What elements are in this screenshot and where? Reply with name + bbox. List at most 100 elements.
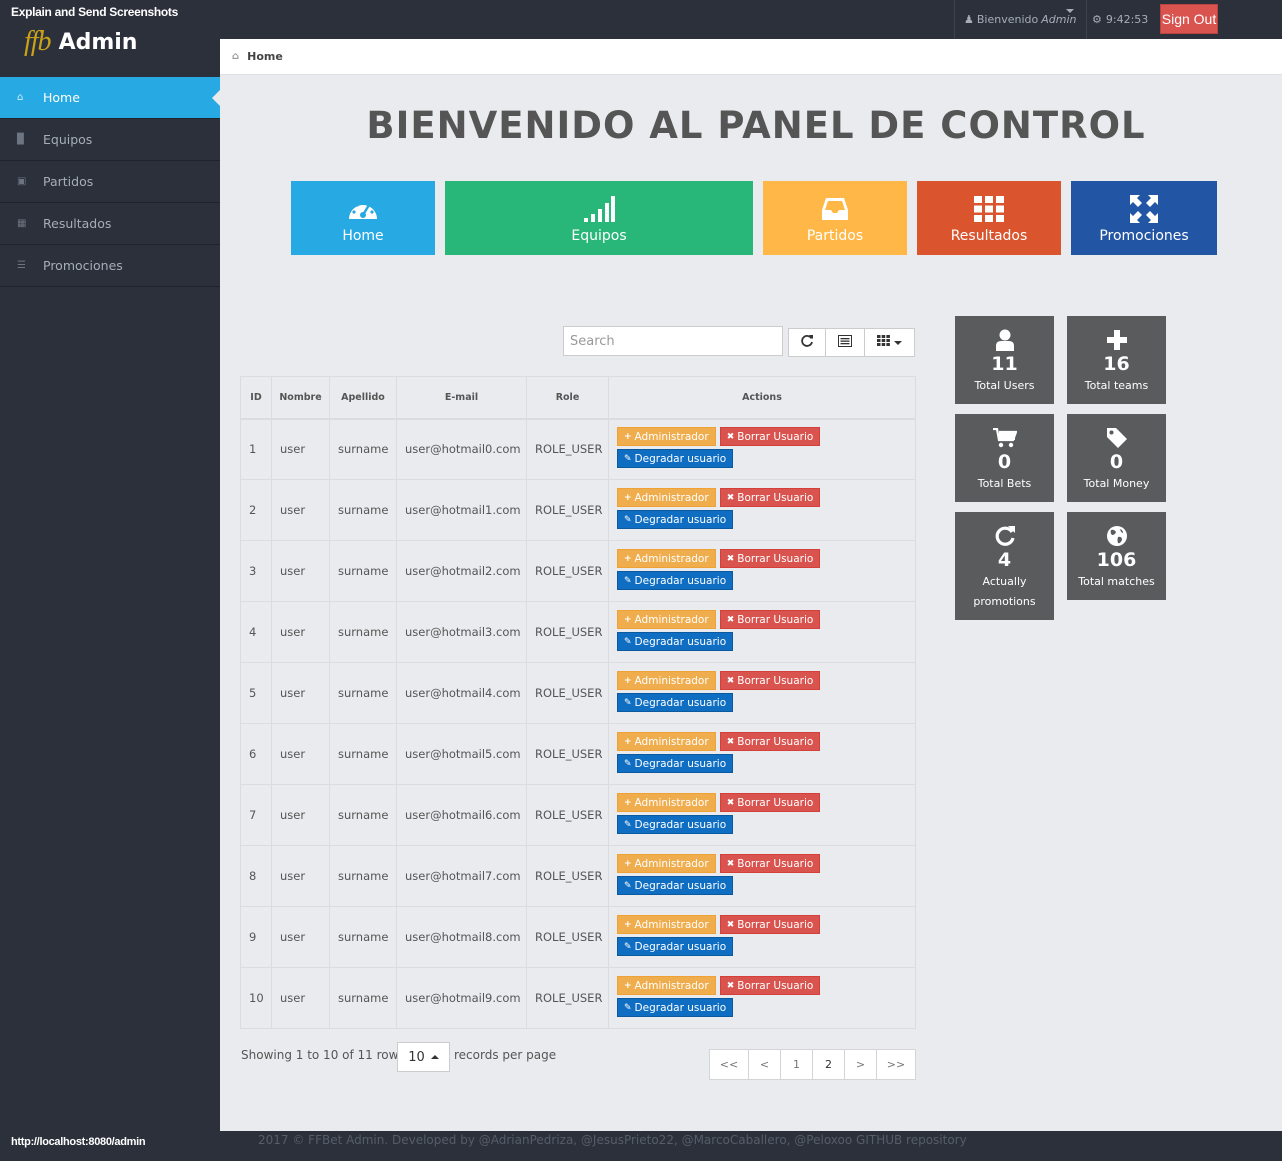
tile-partidos[interactable]: Partidos [763, 181, 907, 255]
tile-resultados[interactable]: Resultados [917, 181, 1061, 255]
demote-user-button[interactable]: ✎ Degradar usuario [617, 815, 734, 834]
delete-user-button[interactable]: ✖ Borrar Usuario [719, 549, 821, 568]
stat-total-users: 11 Total Users [955, 316, 1054, 404]
column-header[interactable]: ID [240, 376, 272, 420]
page-last[interactable]: >> [877, 1050, 915, 1079]
make-admin-button[interactable]: + Administrador [617, 854, 716, 873]
delete-user-button[interactable]: ✖ Borrar Usuario [719, 427, 821, 447]
table-header-row: ID Nombre Apellido E-mail Role Actions [240, 376, 916, 420]
demote-user-button[interactable]: ✎ Degradar usuario [617, 510, 734, 529]
demote-user-button[interactable]: ✎ Degradar usuario [617, 754, 734, 773]
delete-user-button[interactable]: ✖ Borrar Usuario [719, 793, 821, 812]
tile-equipos[interactable]: Equipos [445, 181, 753, 255]
make-admin-button[interactable]: + Administrador [617, 915, 716, 934]
page-first[interactable]: << [710, 1050, 749, 1079]
demote-user-button[interactable]: ✎ Degradar usuario [617, 449, 734, 469]
th-icon [974, 192, 1004, 226]
close-icon: ✖ [726, 675, 735, 686]
cell-nombre: user [271, 845, 330, 907]
tile-promociones[interactable]: Promociones [1071, 181, 1217, 255]
sidebar: Explain and Send Screenshots ffb Admin ⌂… [0, 0, 220, 1161]
cell-apellido: surname [329, 540, 397, 602]
column-header[interactable]: Apellido [329, 376, 397, 420]
capture-title: Explain and Send Screenshots [11, 5, 178, 19]
signal-icon [583, 192, 615, 226]
delete-user-button[interactable]: ✖ Borrar Usuario [719, 488, 821, 507]
plus-icon: + [624, 919, 632, 930]
button-label: Administrador [634, 796, 709, 809]
search-input[interactable] [563, 326, 783, 356]
column-header[interactable]: E-mail [396, 376, 527, 420]
page-prev[interactable]: < [749, 1050, 781, 1079]
columns-dropdown-button[interactable] [864, 328, 915, 357]
sidebar-item-resultados[interactable]: ▦ Resultados [0, 203, 220, 245]
sign-out-button[interactable]: Sign Out [1160, 4, 1218, 34]
cell-actions: + Administrador ✖ Borrar Usuario ✎ Degradar u… [608, 967, 916, 1029]
welcome-text: Bienvenido [976, 13, 1039, 26]
demote-user-button[interactable]: ✎ Degradar usuario [617, 632, 734, 651]
stat-label: Total Money [1083, 477, 1150, 490]
page-1[interactable]: 1 [781, 1050, 813, 1079]
column-header[interactable]: Role [526, 376, 609, 420]
cell-email: user@hotmail2.com [396, 540, 527, 602]
demote-user-button[interactable]: ✎ Degradar usuario [617, 937, 734, 956]
make-admin-button[interactable]: + Administrador [617, 976, 716, 995]
toggle-view-button[interactable] [825, 328, 865, 357]
button-label: Borrar Usuario [737, 613, 814, 626]
breadcrumb-home[interactable]: Home [247, 50, 283, 63]
user-icon: ♟ [964, 13, 974, 26]
brand-logo[interactable]: ffb Admin [24, 26, 137, 58]
cell-role: ROLE_USER [526, 967, 609, 1029]
sidebar-item-promociones[interactable]: ☰ Promociones [0, 245, 220, 287]
make-admin-button[interactable]: + Administrador [617, 793, 716, 812]
cell-id: 1 [240, 418, 272, 480]
delete-user-button[interactable]: ✖ Borrar Usuario [719, 610, 821, 629]
cell-apellido: surname [329, 784, 397, 846]
stat-label: Total Users [974, 379, 1035, 392]
button-label: Degradar usuario [634, 757, 727, 770]
column-header[interactable]: Nombre [271, 376, 330, 420]
delete-user-button[interactable]: ✖ Borrar Usuario [719, 915, 821, 934]
refresh-button[interactable] [788, 328, 826, 357]
sidebar-item-partidos[interactable]: ▣ Partidos [0, 161, 220, 203]
tile-home[interactable]: Home [291, 181, 435, 255]
demote-user-button[interactable]: ✎ Degradar usuario [617, 693, 734, 712]
close-icon: ✖ [726, 553, 735, 564]
cell-email: user@hotmail7.com [396, 845, 527, 907]
make-admin-button[interactable]: + Administrador [617, 610, 716, 629]
edit-icon: ✎ [624, 697, 632, 708]
make-admin-button[interactable]: + Administrador [617, 671, 716, 690]
clock: ⚙ 9:42:53 [1092, 0, 1148, 39]
edit-icon: ✎ [624, 514, 632, 525]
delete-user-button[interactable]: ✖ Borrar Usuario [719, 671, 821, 690]
demote-user-button[interactable]: ✎ Degradar usuario [617, 571, 734, 590]
demote-user-button[interactable]: ✎ Degradar usuario [617, 998, 734, 1017]
home-icon: ⌂ [232, 51, 240, 62]
button-label: Degradar usuario [634, 879, 727, 892]
close-icon: ✖ [726, 492, 735, 503]
make-admin-button[interactable]: + Administrador [617, 732, 716, 751]
button-label: Administrador [634, 674, 709, 687]
sidebar-item-home[interactable]: ⌂ Home [0, 77, 220, 119]
plus-icon: + [624, 553, 632, 564]
make-admin-button[interactable]: + Administrador [617, 549, 716, 568]
delete-user-button[interactable]: ✖ Borrar Usuario [719, 732, 821, 751]
page-2[interactable]: 2 [813, 1050, 845, 1079]
page-next[interactable]: > [845, 1050, 877, 1079]
sidebar-item-equipos[interactable]: ▉ Equipos [0, 119, 220, 161]
make-admin-button[interactable]: + Administrador [617, 488, 716, 507]
make-admin-button[interactable]: + Administrador [617, 427, 716, 447]
table-row: 8 user surname user@hotmail7.com ROLE_USER + A… [240, 845, 916, 907]
delete-user-button[interactable]: ✖ Borrar Usuario [719, 854, 821, 873]
button-label: Borrar Usuario [737, 430, 814, 443]
plus-icon: + [624, 980, 632, 991]
user-menu[interactable]: ♟ Bienvenido Admin [954, 0, 1087, 39]
delete-user-button[interactable]: ✖ Borrar Usuario [719, 976, 821, 995]
button-label: Borrar Usuario [737, 735, 814, 748]
sidebar-item-label: Promociones [43, 258, 123, 273]
demote-user-button[interactable]: ✎ Degradar usuario [617, 876, 734, 895]
stat-value: 4 [997, 549, 1012, 571]
cell-email: user@hotmail1.com [396, 479, 527, 541]
page-size-dropdown[interactable]: 10 [397, 1042, 450, 1072]
button-label: Degradar usuario [634, 696, 727, 709]
